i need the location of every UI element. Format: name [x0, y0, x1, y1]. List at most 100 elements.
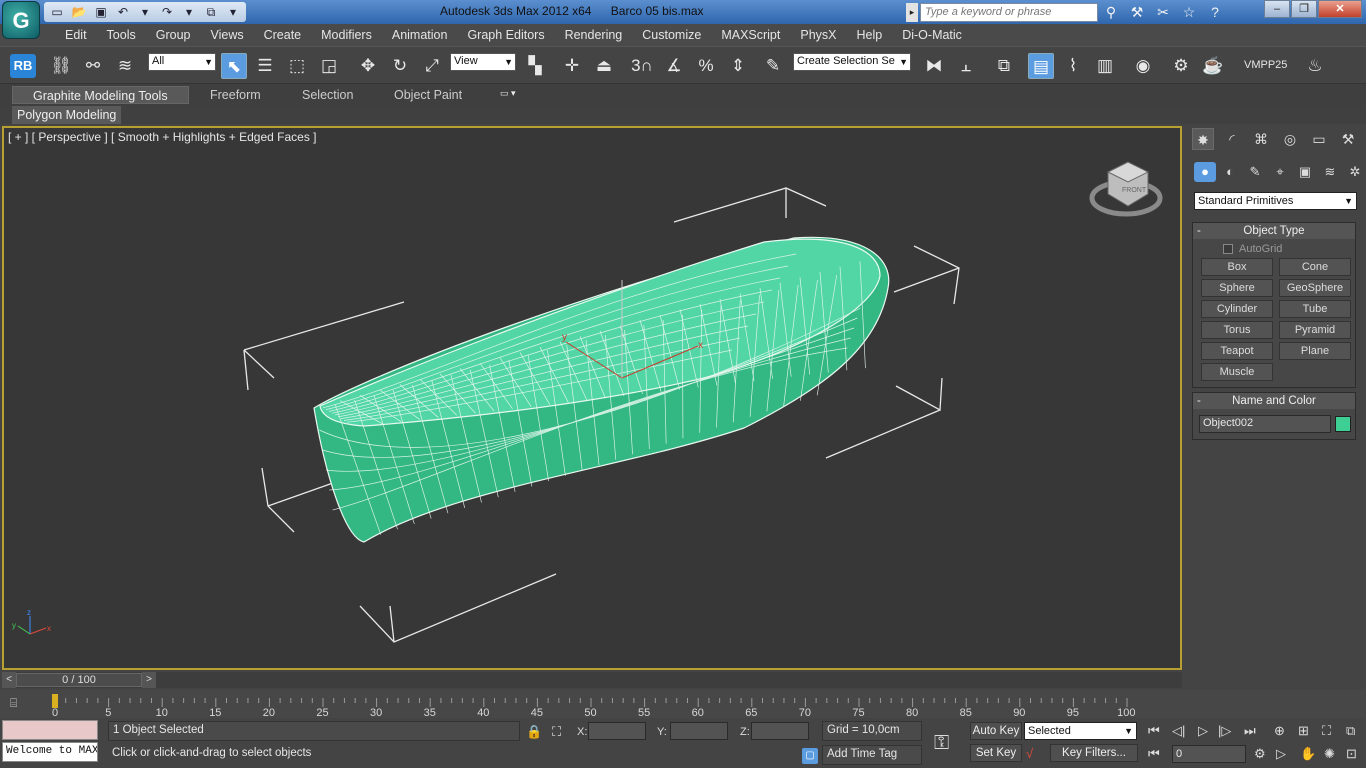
time-slider-next-icon[interactable]: >: [142, 672, 156, 688]
menu-customize[interactable]: Customize: [632, 24, 711, 46]
display-tab-icon[interactable]: ▭: [1308, 128, 1330, 150]
search-expand-icon[interactable]: ▸: [906, 3, 918, 22]
play-icon[interactable]: ▷: [1198, 723, 1208, 739]
perspective-viewport[interactable]: x y FRONT z x y [ + ] [ Perspective ] [ …: [2, 126, 1182, 670]
ribbon-options-icon[interactable]: ▭ ▾: [500, 88, 526, 102]
tab-selection[interactable]: Selection: [282, 86, 373, 104]
add-time-tag-button[interactable]: Add Time Tag: [822, 745, 922, 765]
geometry-icon[interactable]: ●: [1194, 162, 1216, 182]
auto-key-button[interactable]: Auto Key: [970, 722, 1022, 740]
lights-icon[interactable]: ✎: [1244, 162, 1266, 182]
maxscript-mini-listener[interactable]: Welcome to MAXScript.: [2, 742, 98, 762]
autogrid-row[interactable]: AutoGrid: [1223, 243, 1355, 255]
x-coordinate-input[interactable]: [588, 722, 646, 740]
redo-icon[interactable]: ↷: [158, 4, 176, 20]
teapot-button[interactable]: Teapot: [1201, 342, 1273, 360]
torus-button[interactable]: Torus: [1201, 321, 1273, 339]
zoom-icon[interactable]: ⊕: [1274, 723, 1285, 739]
align-icon[interactable]: ⫠: [953, 53, 979, 79]
select-and-manipulate-icon[interactable]: ✛: [559, 53, 585, 79]
schematic-view-icon[interactable]: ▥: [1092, 53, 1118, 79]
object-color-swatch[interactable]: [1335, 416, 1351, 432]
menu-group[interactable]: Group: [146, 24, 201, 46]
menu-views[interactable]: Views: [200, 24, 253, 46]
go-to-end-icon[interactable]: ⏭: [1244, 723, 1256, 739]
create-tab-icon[interactable]: ✸: [1192, 128, 1214, 150]
open-file-icon[interactable]: 📂: [70, 4, 88, 20]
viewcube[interactable]: FRONT: [1089, 161, 1163, 217]
select-and-rotate-icon[interactable]: ↻: [387, 53, 413, 79]
muscle-button[interactable]: Muscle: [1201, 363, 1273, 381]
selection-lock-icon[interactable]: 🔒: [526, 724, 542, 740]
menu-tools[interactable]: Tools: [97, 24, 146, 46]
default-tangent-icon[interactable]: √: [1026, 746, 1033, 761]
render-teapot-icon[interactable]: ♨: [1302, 53, 1328, 79]
tab-graphite-modeling-tools[interactable]: Graphite Modeling Tools: [12, 86, 189, 104]
absolute-mode-icon[interactable]: ⛶: [552, 724, 561, 740]
graphite-toggle-icon[interactable]: ▤: [1028, 53, 1054, 79]
modify-tab-icon[interactable]: ◜: [1221, 128, 1243, 150]
sphere-button[interactable]: Sphere: [1201, 279, 1273, 297]
close-button[interactable]: ✕: [1318, 0, 1362, 18]
object-type-header[interactable]: - Object Type: [1193, 223, 1355, 239]
select-object-icon[interactable]: ⬉: [221, 53, 247, 79]
project-folder-icon[interactable]: ⧉: [202, 4, 220, 20]
redo-dropdown-icon[interactable]: ▾: [180, 4, 198, 20]
menu-edit[interactable]: Edit: [55, 24, 97, 46]
new-file-icon[interactable]: ▭: [48, 4, 66, 20]
pivot-point-center-icon[interactable]: ▚: [522, 53, 548, 79]
reference-coordinate-select[interactable]: View ▼: [450, 53, 516, 71]
minimize-button[interactable]: ‒: [1264, 0, 1290, 18]
save-file-icon[interactable]: ▣: [92, 4, 110, 20]
menu-create[interactable]: Create: [254, 24, 312, 46]
vmpp-label[interactable]: VMPP25: [1244, 59, 1287, 71]
curve-editor-icon[interactable]: ⌇: [1060, 53, 1086, 79]
percent-snap-icon[interactable]: %: [693, 53, 719, 79]
current-frame-input[interactable]: 0: [1172, 745, 1246, 763]
favorites-star-icon[interactable]: ☆: [1180, 3, 1198, 21]
viewport-label[interactable]: [ + ] [ Perspective ] [ Smooth + Highlig…: [8, 130, 317, 144]
menu-modifiers[interactable]: Modifiers: [311, 24, 382, 46]
pyramid-button[interactable]: Pyramid: [1279, 321, 1351, 339]
go-to-start-icon[interactable]: ⏮: [1148, 723, 1160, 739]
time-tag-icon[interactable]: ▢: [802, 748, 818, 764]
systems-icon[interactable]: ✲: [1344, 162, 1366, 182]
select-by-name-icon[interactable]: ☰: [252, 53, 278, 79]
menu-rendering[interactable]: Rendering: [555, 24, 633, 46]
time-slider-thumb[interactable]: 0 / 100: [16, 673, 142, 687]
utilities-tab-icon[interactable]: ⚒: [1337, 128, 1359, 150]
name-and-color-header[interactable]: - Name and Color: [1193, 393, 1355, 409]
box-button[interactable]: Box: [1201, 258, 1273, 276]
geosphere-button[interactable]: GeoSphere: [1279, 279, 1351, 297]
zoom-all-icon[interactable]: ⊞: [1298, 723, 1309, 739]
time-configuration-icon[interactable]: ⚙: [1254, 746, 1266, 762]
time-slider[interactable]: < 0 / 100 >: [2, 672, 1182, 688]
app-menu-logo-icon[interactable]: G: [2, 1, 40, 39]
binoculars-icon[interactable]: ⚲: [1102, 3, 1120, 21]
render-frame-icon[interactable]: ☕: [1200, 53, 1226, 79]
cone-button[interactable]: Cone: [1279, 258, 1351, 276]
set-key-mode-key-icon[interactable]: ⚿: [934, 732, 949, 755]
zoom-extents-icon[interactable]: ⛶: [1322, 723, 1331, 739]
maximize-button[interactable]: ❐: [1291, 0, 1317, 18]
rb-button[interactable]: RB: [10, 54, 36, 78]
y-coordinate-input[interactable]: [670, 722, 728, 740]
tube-button[interactable]: Tube: [1279, 300, 1351, 318]
subscription-icon[interactable]: ⚒: [1128, 3, 1146, 21]
rectangular-selection-icon[interactable]: ⬚: [284, 53, 310, 79]
bind-to-space-warp-icon[interactable]: ≋: [112, 53, 138, 79]
key-filters-button[interactable]: Key Filters...: [1050, 744, 1138, 762]
maxscript-mini-listener-output[interactable]: [2, 720, 98, 740]
time-slider-prev-icon[interactable]: <: [2, 672, 16, 688]
plane-button[interactable]: Plane: [1279, 342, 1351, 360]
cameras-icon[interactable]: ⌖: [1269, 162, 1291, 182]
field-of-view-icon[interactable]: ▷: [1276, 746, 1286, 762]
unlink-selection-icon[interactable]: ⚯: [80, 53, 106, 79]
render-setup-icon[interactable]: ⚙: [1168, 53, 1194, 79]
help-icon[interactable]: ?: [1206, 3, 1224, 21]
motion-tab-icon[interactable]: ◎: [1279, 128, 1301, 150]
primitive-category-select[interactable]: Standard Primitives ▼: [1194, 192, 1357, 210]
menu-animation[interactable]: Animation: [382, 24, 458, 46]
set-key-button[interactable]: Set Key: [970, 744, 1022, 762]
z-coordinate-input[interactable]: [751, 722, 809, 740]
